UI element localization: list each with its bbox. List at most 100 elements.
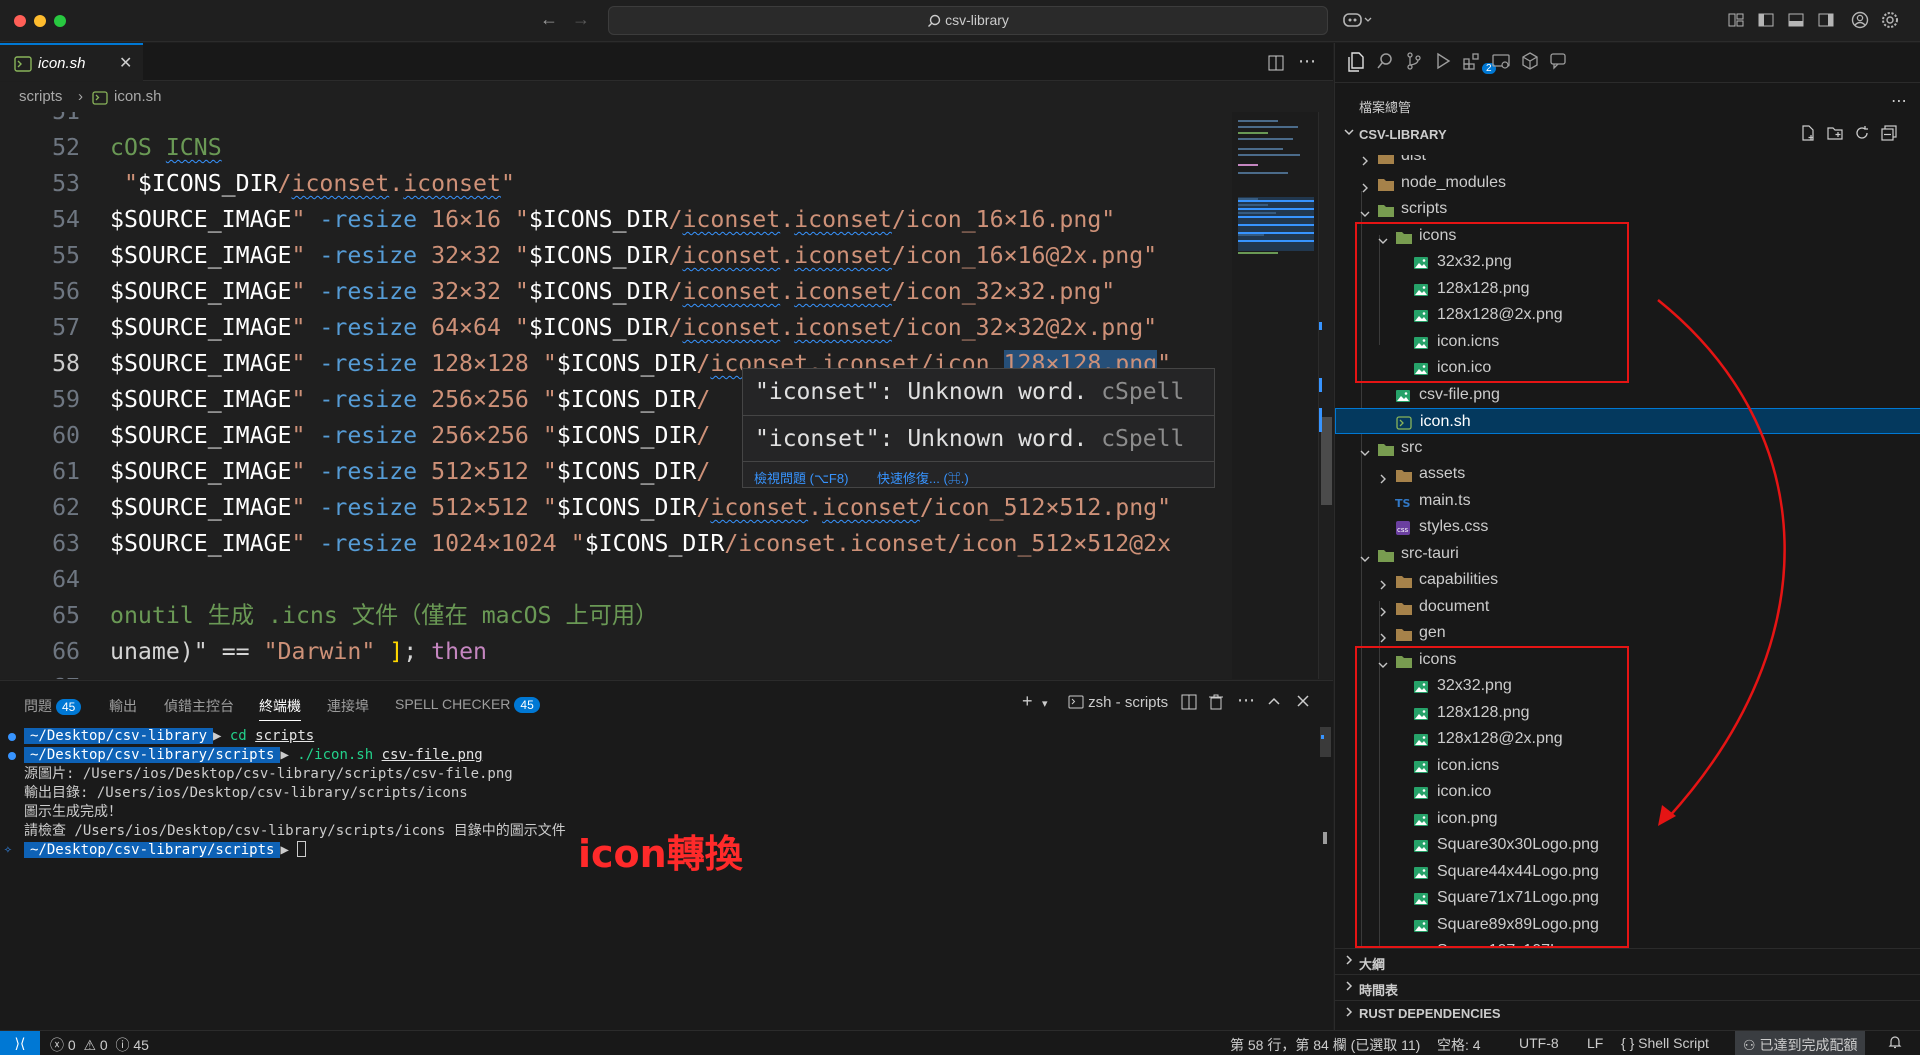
terminal-select[interactable]: zsh - scripts	[1068, 694, 1168, 711]
tree-item-label: src	[1401, 438, 1423, 456]
maximize-panel-icon[interactable]	[1267, 694, 1281, 712]
tree-item[interactable]: dist	[1335, 155, 1920, 169]
line-number: 61	[52, 458, 80, 485]
refresh-icon[interactable]	[1854, 125, 1870, 145]
tree-item[interactable]: scripts	[1335, 196, 1920, 222]
containers-icon[interactable]	[1521, 52, 1539, 75]
tab-terminal[interactable]: 終端機	[259, 696, 301, 721]
terminal-icon	[1068, 695, 1084, 709]
run-debug-icon[interactable]	[1434, 52, 1452, 75]
spell-hover-tooltip: "iconset": Unknown word. cSpell "iconset…	[742, 368, 1215, 488]
terminal-output[interactable]: ~/Desktop/csv-library ▶ cd scripts ~/Desk…	[0, 727, 1320, 1027]
copilot-icon[interactable]	[1343, 11, 1373, 29]
customize-layout-icon[interactable]	[1727, 11, 1745, 29]
breadcrumb-folder[interactable]: scripts	[19, 88, 62, 105]
tab-output[interactable]: 輸出	[109, 696, 137, 716]
remote-explorer-icon[interactable]	[1492, 52, 1510, 75]
terminal-argument: csv-file.png	[381, 747, 483, 763]
split-editor-icon[interactable]	[1268, 55, 1284, 75]
hover-actions: 檢視問題 (⌥F8) 快速修復... (⌘.)	[743, 461, 1214, 488]
toggle-primary-sidebar-icon[interactable]	[1757, 11, 1775, 29]
tab-ports[interactable]: 連接埠	[327, 696, 369, 716]
tree-item[interactable]: src	[1335, 435, 1920, 461]
toggle-secondary-sidebar-icon[interactable]	[1817, 11, 1835, 29]
tree-item[interactable]: capabilities	[1335, 567, 1920, 593]
settings-gear-icon[interactable]	[1881, 11, 1899, 29]
terminal-scrollbar[interactable]	[1318, 727, 1333, 1027]
language-mode[interactable]: { } Shell Script	[1621, 1035, 1709, 1051]
editor-scrollbar[interactable]	[1318, 112, 1333, 679]
view-problem-link[interactable]: 檢視問題 (⌥F8)	[754, 468, 848, 487]
tab-icon-sh[interactable]: icon.sh ✕	[0, 43, 143, 81]
end-of-line[interactable]: LF	[1587, 1035, 1603, 1051]
warning-count: 0	[99, 1037, 108, 1053]
explorer-files-icon[interactable]	[1347, 52, 1365, 77]
tab-spell-checker[interactable]: SPELL CHECKER 45	[395, 696, 540, 713]
code-line: 57 $SOURCE_IMAGE" -resize 64×64 "$ICONS_D…	[0, 310, 1232, 346]
chat-icon[interactable]	[1550, 52, 1568, 75]
annotation-box-scripts-icons	[1355, 222, 1629, 383]
back-arrow-icon[interactable]: ←	[540, 9, 558, 30]
close-panel-icon[interactable]	[1296, 694, 1310, 712]
search-icon[interactable]	[1376, 52, 1394, 75]
tree-item[interactable]: css styles.css	[1335, 514, 1920, 540]
code-text: $SOURCE_IMAGE" -resize 64×64 "$ICONS_DIR…	[110, 314, 1158, 341]
indentation[interactable]: 空格: 4	[1437, 1035, 1481, 1055]
notifications-bell-icon[interactable]	[1888, 1035, 1902, 1052]
tree-item[interactable]: src-tauri	[1335, 541, 1920, 567]
chevron-down-icon[interactable]: ▾	[1042, 697, 1048, 710]
more-actions-icon[interactable]: ⋯	[1891, 91, 1907, 111]
remote-indicator-icon[interactable]: ⟩⟨	[0, 1031, 40, 1055]
command-center-search[interactable]: csv-library	[608, 6, 1328, 35]
code-line: 53 "$ICONS_DIR/iconset.iconset"	[0, 166, 1232, 202]
close-window-button[interactable]	[14, 15, 26, 27]
breadcrumb-file[interactable]: icon.sh	[114, 88, 162, 105]
chevron-right-icon	[1343, 980, 1355, 995]
maximize-window-button[interactable]	[54, 15, 66, 27]
tab-debug-console[interactable]: 偵錯主控台	[164, 696, 234, 716]
collapse-all-icon[interactable]	[1881, 125, 1897, 145]
tree-item[interactable]: icon.sh	[1335, 408, 1920, 434]
toggle-panel-icon[interactable]	[1787, 11, 1805, 29]
code-text: $SOURCE_IMAGE" -resize 256×256 "$ICONS_D…	[110, 422, 711, 449]
cursor-position[interactable]: 第 58 行，第 84 欄 (已選取 11)	[1230, 1035, 1420, 1055]
annotation-box-tauri-icons	[1355, 646, 1629, 948]
tree-item[interactable]: document	[1335, 594, 1920, 620]
account-icon[interactable]	[1851, 11, 1869, 29]
encoding[interactable]: UTF-8	[1519, 1035, 1559, 1051]
timeline-section[interactable]: 時間表	[1335, 974, 1920, 1000]
quick-fix-link[interactable]: 快速修復... (⌘.)	[877, 468, 969, 487]
breadcrumb-separator: ›	[78, 88, 83, 105]
code-text: $SOURCE_IMAGE" -resize 256×256 "$ICONS_D…	[110, 386, 711, 413]
close-tab-icon[interactable]: ✕	[119, 53, 132, 73]
new-folder-icon[interactable]	[1827, 125, 1843, 145]
split-terminal-icon[interactable]	[1181, 694, 1197, 714]
editor-scroll-thumb[interactable]	[1321, 417, 1332, 505]
more-actions-icon[interactable]: ⋯	[1237, 690, 1255, 711]
outline-section[interactable]: 大綱	[1335, 948, 1920, 974]
minimize-window-button[interactable]	[34, 15, 46, 27]
tree-item[interactable]: assets	[1335, 461, 1920, 487]
new-terminal-plus-icon[interactable]: +	[1022, 691, 1033, 712]
workspace-section-header[interactable]: CSV-LIBRARY	[1335, 123, 1920, 145]
minimap[interactable]	[1232, 112, 1318, 679]
trash-icon[interactable]	[1208, 694, 1224, 714]
rust-dependencies-section[interactable]: RUST DEPENDENCIES	[1335, 1000, 1920, 1026]
tree-item[interactable]: csv-file.png	[1335, 382, 1920, 408]
line-number: 54	[52, 206, 80, 233]
source-control-icon[interactable]	[1405, 52, 1423, 75]
more-actions-icon[interactable]: ⋯	[1298, 51, 1316, 72]
tree-item[interactable]: node_modules	[1335, 170, 1920, 196]
tab-problems[interactable]: 問題 45	[24, 696, 82, 716]
extensions-icon[interactable]	[1463, 52, 1481, 75]
code-text: "$ICONS_DIR/iconset.iconset"	[110, 170, 515, 197]
shell-file-icon	[1396, 414, 1412, 430]
forward-arrow-icon[interactable]: →	[572, 9, 590, 30]
line-number: 51	[0, 112, 80, 130]
tree-item[interactable]: gen	[1335, 620, 1920, 646]
copilot-status[interactable]: ⚇ 已達到完成配額	[1735, 1031, 1866, 1055]
new-file-icon[interactable]	[1800, 125, 1816, 145]
problems-status[interactable]: ⓧ 0 ⚠ 0 ⓘ 45	[50, 1035, 149, 1055]
tree-item[interactable]: TS main.ts	[1335, 488, 1920, 514]
code-line: 56 $SOURCE_IMAGE" -resize 32×32 "$ICONS_D…	[0, 274, 1232, 310]
